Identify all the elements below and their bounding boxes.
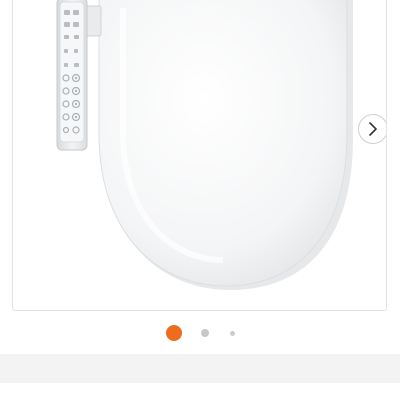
pagination-dot-2[interactable] (200, 329, 209, 337)
chevron-right-icon (369, 122, 377, 136)
pagination-dot-1[interactable] (165, 325, 182, 341)
section-divider (0, 354, 400, 383)
bidet-seat-image (56, 0, 353, 290)
pagination-dot-3[interactable] (229, 330, 235, 336)
next-slide-button[interactable] (358, 114, 386, 144)
product-image-carousel[interactable] (12, 0, 387, 311)
carousel-pagination (0, 323, 400, 343)
